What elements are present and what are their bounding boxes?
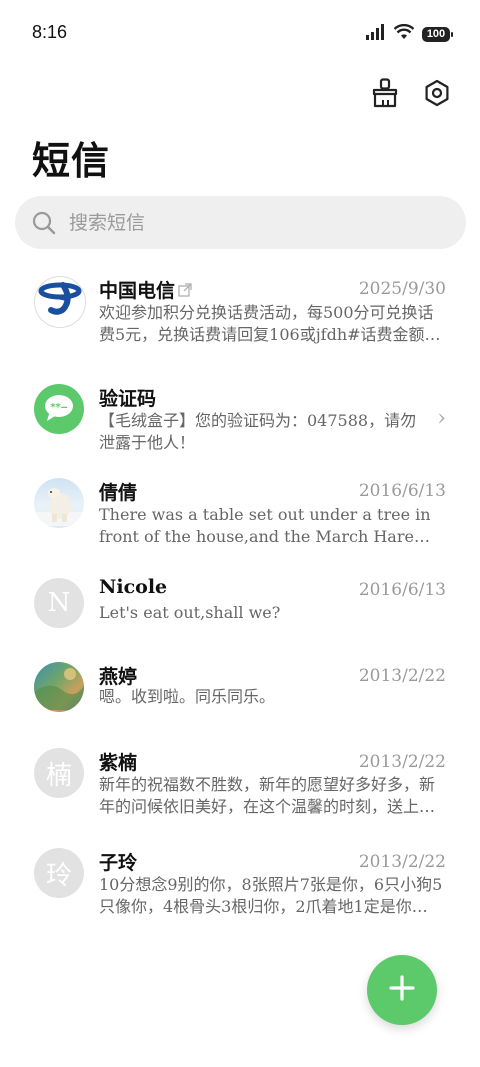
avatar — [34, 662, 84, 712]
message-date: 2013/2/22 — [358, 752, 446, 772]
avatar — [34, 276, 86, 328]
message-item[interactable]: 燕婷 2013/2/22 嗯。收到啦。同乐同乐。 — [0, 660, 480, 760]
status-icons: 100 — [366, 23, 453, 44]
message-preview: 嗯。收到啦。同乐同乐。 — [99, 687, 276, 706]
svg-text:**‒: **‒ — [50, 402, 67, 413]
search-input[interactable] — [67, 210, 431, 235]
gear-icon — [423, 79, 451, 111]
message-date: 2013/2/22 — [358, 852, 446, 872]
message-date: 2013/2/22 — [358, 666, 446, 686]
message-preview: 【毛绒盒子】您的验证码为：047588，请勿泄露于他人！ — [99, 411, 417, 452]
message-date: 2016/6/13 — [358, 481, 446, 501]
polar-bear-photo — [34, 478, 84, 528]
signal-icon — [366, 24, 386, 44]
chevron-right-icon: › — [437, 406, 446, 431]
search-bar[interactable] — [15, 196, 466, 249]
message-date: 2025/9/30 — [358, 279, 446, 299]
avatar: **‒ — [34, 384, 84, 434]
plus-icon — [388, 974, 416, 1006]
landscape-photo — [34, 662, 84, 712]
contact-name: 燕婷 — [99, 666, 138, 688]
battery-indicator: 100 — [422, 26, 453, 42]
avatar: 楠 — [34, 748, 84, 798]
new-message-button[interactable] — [367, 955, 437, 1025]
message-item[interactable]: 楠 紫楠 2013/2/22 新年的祝福数不胜数，新年的愿望好多好多，新年的问候… — [0, 748, 480, 848]
message-item[interactable]: 中国电信 2025/9/30 欢迎参加积分兑换话费活动，每500分可兑换话费5元… — [0, 262, 480, 362]
contact-name: Nicole — [99, 576, 168, 598]
page-title: 短信 — [32, 138, 111, 183]
external-link-icon — [178, 282, 192, 301]
avatar: 玲 — [34, 848, 84, 898]
message-item[interactable]: 玲 子玲 2013/2/22 10分想念9别的你，8张照片7张是你，6只小狗5只… — [0, 848, 480, 948]
message-preview: 新年的祝福数不胜数，新年的愿望好多好多，新年的问候依旧美好，在这个温馨的时刻，送… — [99, 775, 436, 816]
clean-button[interactable] — [368, 78, 402, 112]
wifi-icon — [393, 23, 415, 44]
message-date: 2016/6/13 — [358, 580, 446, 600]
message-item[interactable]: 倩倩 2016/6/13 There was a table set out u… — [0, 474, 480, 574]
contact-name: 验证码 — [99, 388, 157, 410]
settings-button[interactable] — [420, 78, 454, 112]
status-time: 8:16 — [32, 22, 68, 42]
contact-name: 倩倩 — [99, 482, 138, 504]
contact-name: 中国电信 — [99, 280, 176, 302]
message-preview: 欢迎参加积分兑换话费活动，每500分可兑换话费5元，兑换话费请回复106或jfd… — [99, 303, 441, 344]
china-telecom-logo-icon — [37, 277, 83, 327]
contact-name: 子玲 — [99, 852, 138, 874]
top-actions — [368, 78, 454, 112]
message-preview: 10分想念9别的你，8张照片7张是你，6只小狗5只像你，4根骨头3根归你，2爪着… — [99, 875, 443, 916]
search-icon — [31, 210, 57, 236]
status-bar: 8:16 100 — [0, 0, 480, 66]
chat-bubble-icon: **‒ — [43, 392, 75, 426]
message-item[interactable]: **‒ 验证码 【毛绒盒子】您的验证码为：047588，请勿泄露于他人！ › — [0, 370, 480, 470]
broom-icon — [371, 78, 399, 112]
avatar — [34, 478, 84, 528]
contact-name: 紫楠 — [99, 752, 138, 774]
message-preview: Let's eat out,shall we? — [99, 603, 281, 622]
message-preview: There was a table set out under a tree i… — [99, 505, 431, 546]
avatar: N — [34, 578, 84, 628]
